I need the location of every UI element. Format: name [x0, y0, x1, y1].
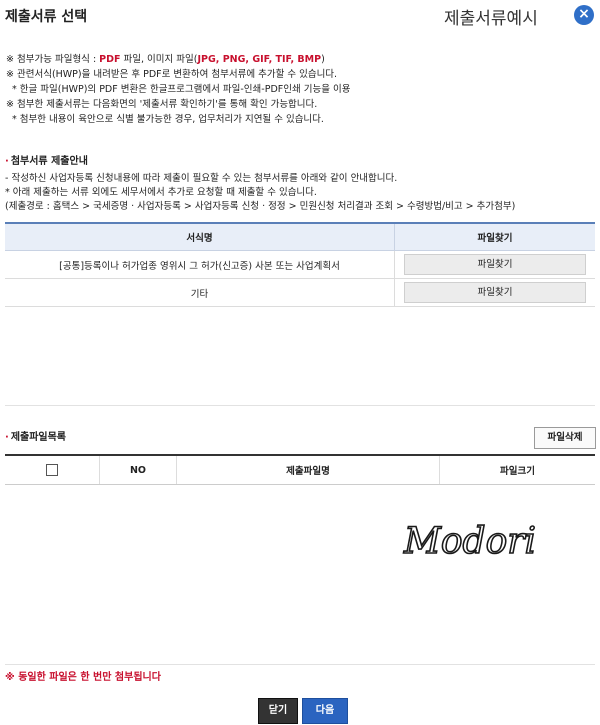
notice-text: ※ 첨부가능 파일형식 :: [6, 54, 100, 65]
title-bar: 제출서류 선택 제출서류예시 ×: [0, 0, 600, 30]
divider: [5, 405, 595, 406]
select-all-checkbox[interactable]: [46, 464, 58, 476]
next-button[interactable]: 다음: [302, 698, 348, 724]
notice-types: JPG, PNG, GIF, TIF, BMP: [197, 54, 322, 65]
notice-line-confirm: ※ 첨부한 제출서류는 다음화면의 '제출서류 확인하기'를 통해 확인 가능합…: [6, 99, 318, 110]
table-row: [공통]등록이나 허가업종 영위시 그 허가(신고증) 사본 또는 사업계획서 …: [5, 250, 595, 279]
find-file-button[interactable]: 파일찾기: [404, 282, 586, 303]
document-name: 기타: [5, 278, 395, 307]
col-header-find: 파일찾기: [394, 222, 595, 251]
guide-section-title: · 첨부서류 제출안내: [5, 152, 88, 167]
col-header-filename: 제출파일명: [176, 454, 440, 485]
notice-line-hwp: ※ 관련서식(HWP)을 내려받은 후 PDF로 변환하여 첨부서류에 추가할 …: [6, 69, 338, 80]
duplicate-warning: ※ 동일한 파일은 한 번만 첨부됩니다: [5, 672, 161, 683]
guide-block: - 작성하신 사업자등록 신청내용에 따라 제출이 필요할 수 있는 첨부서류를…: [5, 172, 515, 214]
example-link[interactable]: 제출서류예시: [444, 4, 538, 29]
guide-line: * 아래 제출하는 서류 외에도 세무서에서 추가로 요청할 때 제출할 수 있…: [5, 187, 317, 198]
notice-pdf: PDF: [99, 54, 121, 65]
notice-line-delay: * 첨부한 내용이 육안으로 식별 불가능한 경우, 업무처리가 지연될 수 있…: [12, 114, 324, 125]
close-icon[interactable]: ×: [574, 5, 594, 25]
guide-line: - 작성하신 사업자등록 신청내용에 따라 제출이 필요할 수 있는 첨부서류를…: [5, 173, 398, 184]
notice-text: 파일, 이미지 파일(: [120, 54, 198, 65]
guide-line: (제출경로 : 홈택스 > 국세증명 · 사업자등록 > 사업자등록 신청 · …: [5, 201, 516, 212]
dialog-title: 제출서류 선택: [5, 9, 88, 25]
file-list-title: · 제출파일목록: [5, 428, 66, 443]
guide-title-text: 첨부서류 제출안내: [10, 156, 88, 167]
watermark-text: Modori: [403, 521, 536, 562]
col-header-no: NO: [99, 454, 177, 485]
document-name: [공통]등록이나 허가업종 영위시 그 허가(신고증) 사본 또는 사업계획서: [5, 250, 395, 279]
notice-line-filetypes: ※ 첨부가능 파일형식 : PDF 파일, 이미지 파일(JPG, PNG, G…: [6, 52, 596, 67]
notice-line-hwp-convert: * 한글 파일(HWP)의 PDF 변환은 한글프로그램에서 파일-인쇄-PDF…: [12, 84, 351, 95]
file-list-table: NO 제출파일명 파일크기: [5, 454, 595, 485]
bullet-icon: ·: [5, 432, 9, 443]
divider: [5, 664, 595, 665]
col-header-filesize: 파일크기: [439, 454, 595, 485]
document-table: 서식명 파일찾기 [공통]등록이나 허가업종 영위시 그 허가(신고증) 사본 …: [5, 222, 595, 307]
table-row: 기타 파일찾기: [5, 278, 595, 307]
col-header-name: 서식명: [5, 222, 395, 251]
notice-text: ): [321, 54, 325, 65]
notice-block: ※ 첨부가능 파일형식 : PDF 파일, 이미지 파일(JPG, PNG, G…: [6, 52, 596, 127]
find-file-button[interactable]: 파일찾기: [404, 254, 586, 275]
modori-watermark-logo: Modori: [402, 520, 537, 563]
delete-file-button[interactable]: 파일삭제: [534, 427, 596, 449]
select-all-header: [5, 454, 100, 485]
close-button[interactable]: 닫기: [258, 698, 298, 724]
bullet-icon: ·: [5, 156, 9, 167]
file-list-title-text: 제출파일목록: [10, 432, 67, 443]
